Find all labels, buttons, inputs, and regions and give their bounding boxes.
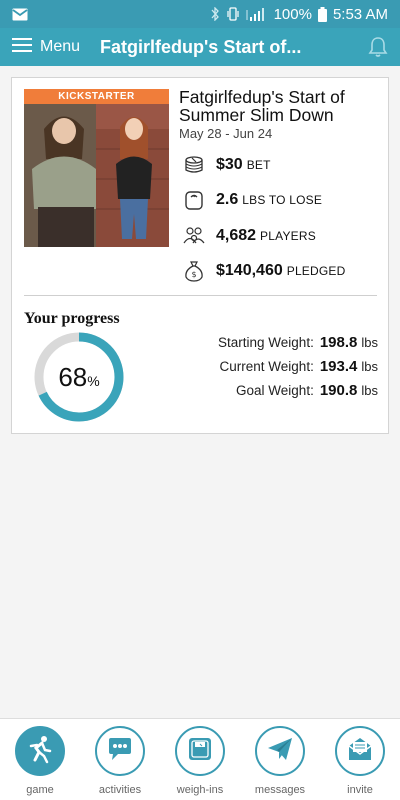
game-photo: KICKSTARTER <box>24 89 169 247</box>
bluetooth-icon <box>210 7 220 21</box>
players-unit: PLAYERS <box>260 229 316 243</box>
stat-bet: $30 BET <box>182 153 271 177</box>
page-title: Fatgirlfedup's Start of... <box>100 36 302 57</box>
game-card[interactable]: KICKSTARTER Fatgirlfedup's Start of Summ… <box>11 77 389 434</box>
battery-icon <box>317 6 327 22</box>
bet-value: $30 <box>216 156 243 173</box>
stat-pledged: $ $140,460 PLEDGED <box>182 259 346 283</box>
nav-game[interactable]: game <box>0 719 80 800</box>
nav-messages-circle[interactable] <box>255 726 305 776</box>
goal-weight-row: Goal Weight: 190.8 lbs <box>208 382 378 406</box>
progress-percent: 68% <box>32 330 126 424</box>
progress-percent-symbol: % <box>87 373 100 389</box>
starting-weight-label: Starting Weight: <box>218 335 314 350</box>
hamburger-icon <box>12 37 32 58</box>
kickstarter-badge: KICKSTARTER <box>24 89 169 104</box>
nav-invite[interactable]: invite <box>320 719 400 800</box>
nav-activities-label: activities <box>98 784 142 796</box>
scale-icon <box>182 188 206 212</box>
nav-game-circle[interactable] <box>15 726 65 776</box>
lbs-to-lose-unit: LBS TO LOSE <box>242 193 323 207</box>
envelope-icon <box>346 736 374 767</box>
goal-weight-label: Goal Weight: <box>236 383 314 398</box>
bell-icon[interactable] <box>368 36 388 58</box>
scale-icon <box>187 736 213 767</box>
bottom-nav: game activities weigh-ins messages invit… <box>0 718 400 800</box>
nav-activities[interactable]: activities <box>80 719 160 800</box>
signal-icon <box>246 7 268 21</box>
menu-label: Menu <box>40 38 81 55</box>
pledged-value: $140,460 <box>216 262 283 279</box>
chat-bubble-icon <box>106 736 134 767</box>
players-value: 4,682 <box>216 227 257 244</box>
before-after-photo <box>24 89 169 247</box>
nav-invite-label: invite <box>347 784 373 796</box>
bet-unit: BET <box>246 158 271 172</box>
starting-weight-value: 198.8 <box>319 334 358 351</box>
game-title: Fatgirlfedup's Start of Summer Slim Down <box>179 87 345 125</box>
starting-weight-row: Starting Weight: 198.8 lbs <box>208 334 378 358</box>
nav-weigh-ins-label: weigh-ins <box>176 784 224 796</box>
players-icon <box>182 224 206 248</box>
stat-players: 4,682 PLAYERS <box>182 224 316 248</box>
weights-list: Starting Weight: 198.8 lbs Current Weigh… <box>208 334 378 406</box>
progress-heading: Your progress <box>24 310 120 327</box>
nav-invite-circle[interactable] <box>335 726 385 776</box>
nav-messages[interactable]: messages <box>240 719 320 800</box>
battery-percent: 100% <box>273 5 312 23</box>
lbs-to-lose-value: 2.6 <box>216 191 239 208</box>
nav-weigh-ins[interactable]: weigh-ins <box>160 719 240 800</box>
progress-percent-value: 68 <box>58 361 88 392</box>
vibrate-icon <box>226 7 240 21</box>
game-dates: May 28 - Jun 24 <box>179 126 273 141</box>
current-weight-label: Current Weight: <box>219 359 314 374</box>
current-weight-row: Current Weight: 193.4 lbs <box>208 358 378 382</box>
goal-weight-unit: lbs <box>361 383 378 398</box>
paper-plane-icon <box>266 736 294 767</box>
starting-weight-unit: lbs <box>361 335 378 350</box>
money-bag-icon: $ <box>182 259 206 283</box>
goal-weight-value: 190.8 <box>319 382 358 399</box>
nav-activities-circle[interactable] <box>95 726 145 776</box>
coin-stack-icon <box>182 153 206 177</box>
divider <box>24 295 377 296</box>
menu-button[interactable]: Menu <box>12 37 80 58</box>
runner-icon <box>25 734 55 769</box>
app-bar: Menu Fatgirlfedup's Start of... <box>0 28 400 66</box>
svg-text:$: $ <box>191 270 196 279</box>
nav-weigh-ins-circle[interactable] <box>175 726 225 776</box>
pledged-unit: PLEDGED <box>286 264 346 278</box>
clock: 5:53 AM <box>332 5 388 23</box>
mail-icon <box>12 8 28 21</box>
nav-game-label: game <box>26 784 54 796</box>
stat-lbs-to-lose: 2.6 LBS TO LOSE <box>182 188 322 212</box>
current-weight-unit: lbs <box>361 359 378 374</box>
current-weight-value: 193.4 <box>319 358 358 375</box>
nav-messages-label: messages <box>254 784 306 796</box>
status-bar: 100% 5:53 AM <box>0 0 400 28</box>
